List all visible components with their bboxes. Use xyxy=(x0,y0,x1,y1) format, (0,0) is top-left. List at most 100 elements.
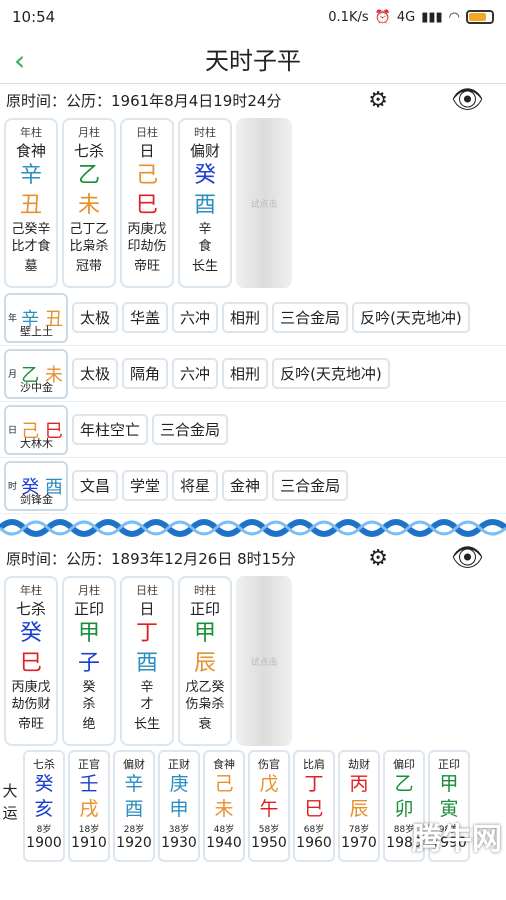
earthly-branch: 丑 xyxy=(19,193,42,218)
heavenly-stem: 甲 xyxy=(193,621,216,646)
relation-tag[interactable]: 年柱空亡 xyxy=(72,414,149,445)
status-icons: 0.1K/s ⏰ 4G ▮▮▮ ◠ xyxy=(328,10,494,25)
relation-tag[interactable]: 三合金局 xyxy=(272,470,349,501)
pillar-card[interactable]: 月柱 七杀乙未己丁乙 比枭杀 冠带 xyxy=(62,118,116,288)
ganzhi-tag[interactable]: 时癸 酉剑锋金 xyxy=(4,460,68,511)
relation-tag[interactable]: 六冲 xyxy=(172,358,219,389)
relation-row: 年辛 丑壁上土 太极 华盖 六冲 相刑 三合金局 反吟(天克地冲) xyxy=(0,290,506,346)
try-click-panel[interactable]: 试点击 xyxy=(236,576,292,746)
dayun-card[interactable]: 正财庚申 38岁 1930 xyxy=(158,750,200,862)
heavenly-stem: 癸 xyxy=(193,163,216,188)
battery-icon xyxy=(466,10,494,24)
relation-tag[interactable]: 三合金局 xyxy=(272,302,349,333)
try-click-panel[interactable]: 试点击 xyxy=(236,118,292,288)
pillar-label: 年柱 xyxy=(20,126,42,139)
pillar-card[interactable]: 日柱日己巳丙庚戊 印劫伤 帝旺 xyxy=(120,118,174,288)
dayun-branch: 午 xyxy=(259,798,279,820)
dayun-age: 68岁 xyxy=(303,825,325,835)
dayun-god: 偏印 xyxy=(393,758,415,771)
dayun-year: 1900 xyxy=(26,835,62,851)
network-type: 4G xyxy=(396,9,416,25)
dayun-stem: 庚 xyxy=(169,773,189,795)
ten-god: 日 xyxy=(139,600,155,618)
pillar-card[interactable]: 年柱 七杀癸巳丙庚戊 劫伤财 帝旺 xyxy=(4,576,58,746)
life-phase: 冠带 xyxy=(75,259,102,274)
life-phase: 衰 xyxy=(198,717,212,732)
pillar-card[interactable]: 时柱 正印甲辰戊乙癸 伤枭杀衰 xyxy=(178,576,232,746)
dayun-year: 1910 xyxy=(71,835,107,851)
relation-tag[interactable]: 反吟(天克地冲) xyxy=(272,358,390,389)
watermark-logo: 腾牛网 xyxy=(412,822,502,857)
earthly-branch: 巳 xyxy=(135,193,158,218)
relation-tag[interactable]: 太极 xyxy=(72,302,119,333)
relation-tag[interactable]: 金神 xyxy=(222,470,269,501)
ten-god: 七杀 xyxy=(73,142,104,160)
life-phase: 帝旺 xyxy=(133,259,160,274)
relation-tag[interactable]: 文昌 xyxy=(72,470,119,501)
row-side: 时 xyxy=(8,482,18,492)
eye-icon[interactable]: 👁 xyxy=(451,543,484,573)
dayun-card[interactable]: 伤官戊午 58岁 1950 xyxy=(248,750,290,862)
dayun-god: 偏财 xyxy=(123,758,145,771)
dayun-card[interactable]: 七杀癸亥 8岁 1900 xyxy=(23,750,65,862)
dayun-age: 8岁 xyxy=(36,825,52,835)
dayun-year: 1920 xyxy=(116,835,152,851)
pillar-card[interactable]: 时柱 偏财癸酉辛食长生 xyxy=(178,118,232,288)
relation-tag[interactable]: 三合金局 xyxy=(152,414,229,445)
eye-icon[interactable]: 👁 xyxy=(451,85,484,115)
dayun-card[interactable]: 比肩丁巳 68岁 1960 xyxy=(293,750,335,862)
hidden-stems: 己癸辛 xyxy=(11,222,51,237)
ten-god: 食神 xyxy=(15,142,46,160)
relation-row: 月乙 未沙中金 太极 隔角 六冲 相刑 反吟(天克地冲) xyxy=(0,346,506,402)
dayun-card[interactable]: 正官壬戌 18岁 1910 xyxy=(68,750,110,862)
relation-tag[interactable]: 学堂 xyxy=(122,470,169,501)
dayun-god: 劫财 xyxy=(348,758,370,771)
pillar-card[interactable]: 日柱日丁酉辛才长生 xyxy=(120,576,174,746)
relation-tag[interactable]: 隔角 xyxy=(122,358,169,389)
dayun-age: 48岁 xyxy=(213,825,235,835)
back-icon[interactable]: ‹ xyxy=(14,44,25,77)
chart2-origin-line: 原时间：公历：1893年12月26日 8时15分 ⚙ 👁 xyxy=(0,542,506,574)
row-side: 年 xyxy=(8,314,18,324)
nayin: 剑锋金 xyxy=(20,492,53,506)
dayun-branch: 巳 xyxy=(304,798,324,820)
dayun-stem: 辛 xyxy=(124,773,144,795)
dayun-branch: 辰 xyxy=(349,798,369,820)
relation-tag[interactable]: 六冲 xyxy=(172,302,219,333)
title-bar: ‹ 天时子平 xyxy=(0,34,506,84)
dayun-year: 1970 xyxy=(341,835,377,851)
dayun-stem: 丙 xyxy=(349,773,369,795)
ganzhi-tag[interactable]: 年辛 丑壁上土 xyxy=(4,292,68,343)
heavenly-stem: 己 xyxy=(135,163,158,188)
pillar-card[interactable]: 年柱 食神辛丑己癸辛 比才食墓 xyxy=(4,118,58,288)
dayun-card[interactable]: 劫财丙辰 78岁 1970 xyxy=(338,750,380,862)
relation-tag[interactable]: 相刑 xyxy=(222,358,269,389)
relation-tag[interactable]: 反吟(天克地冲) xyxy=(352,302,470,333)
pillar-label: 时柱 xyxy=(194,584,216,597)
ganzhi-tag[interactable]: 月乙 未沙中金 xyxy=(4,348,68,399)
relation-row: 日己 巳大林木 年柱空亡 三合金局 xyxy=(0,402,506,458)
earthly-branch: 巳 xyxy=(19,651,42,676)
relation-tag[interactable]: 相刑 xyxy=(222,302,269,333)
dayun-card[interactable]: 食神己未 48岁 1940 xyxy=(203,750,245,862)
hidden-gods: 杀 xyxy=(82,697,96,712)
hidden-stems: 癸 xyxy=(82,680,96,695)
gear-icon[interactable]: ⚙ xyxy=(368,546,388,571)
relation-tag[interactable]: 太极 xyxy=(72,358,119,389)
pillar-card[interactable]: 月柱 正印甲子癸杀绝 xyxy=(62,576,116,746)
dayun-branch: 亥 xyxy=(34,798,54,820)
dayun-year: 1950 xyxy=(251,835,287,851)
pillar-label: 月柱 xyxy=(78,584,100,597)
dayun-card[interactable]: 偏财辛酉 28岁 1920 xyxy=(113,750,155,862)
pillar-label: 年柱 xyxy=(20,584,42,597)
ten-god: 正印 xyxy=(189,600,220,618)
relation-tag[interactable]: 华盖 xyxy=(122,302,169,333)
dayun-god: 比肩 xyxy=(303,758,325,771)
ganzhi-tag[interactable]: 日己 巳大林木 xyxy=(4,404,68,455)
gear-icon[interactable]: ⚙ xyxy=(368,88,388,113)
nayin: 壁上土 xyxy=(20,324,53,338)
relation-tag[interactable]: 将星 xyxy=(172,470,219,501)
dayun-stem: 癸 xyxy=(34,773,54,795)
hidden-gods: 比才食 xyxy=(11,239,51,254)
heavenly-stem: 癸 xyxy=(19,621,42,646)
